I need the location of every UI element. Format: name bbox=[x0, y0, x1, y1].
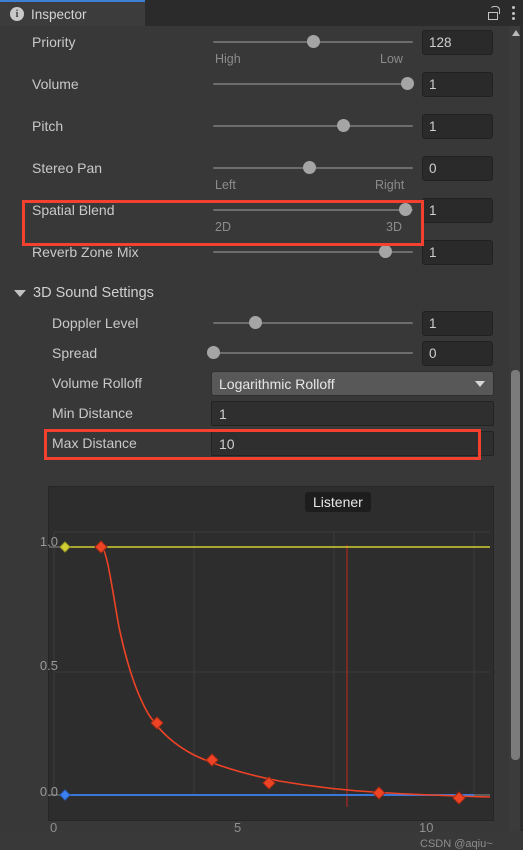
slider-priority-max-label: Low bbox=[380, 52, 403, 66]
rolloff-curve-svg bbox=[9, 531, 491, 807]
slider-spread[interactable] bbox=[206, 346, 413, 360]
input-spatial-blend[interactable]: 1 bbox=[422, 198, 493, 223]
property-row-spread: Spread 0 bbox=[0, 340, 505, 370]
foldout-3d-sound-settings-label: 3D Sound Settings bbox=[33, 285, 154, 301]
slider-reverb-zone-mix[interactable] bbox=[213, 245, 413, 259]
property-row-spatial-blend: Spatial Blend 2D 3D 1 bbox=[0, 194, 505, 236]
slider-spatial-blend[interactable] bbox=[213, 203, 413, 217]
slider-spatial-blend-max-label: 3D bbox=[386, 220, 402, 234]
tab-inspector[interactable]: i Inspector bbox=[0, 0, 145, 26]
slider-priority-min-label: High bbox=[215, 52, 241, 66]
dropdown-volume-rolloff[interactable]: Logarithmic Rolloff bbox=[211, 371, 494, 396]
property-row-min-distance: Min Distance 1 bbox=[0, 400, 505, 430]
property-row-doppler-level: Doppler Level 1 bbox=[0, 310, 505, 340]
label-volume: Volume bbox=[32, 76, 79, 92]
slider-doppler-level[interactable] bbox=[213, 316, 413, 330]
slider-priority[interactable] bbox=[213, 35, 413, 49]
y-tick-label-0: 0.0 bbox=[39, 784, 58, 799]
label-spatial-blend: Spatial Blend bbox=[32, 202, 115, 218]
y-tick-label-1: 1.0 bbox=[39, 534, 58, 549]
inspector-window: i Inspector Priority High Low 128 Volume bbox=[0, 0, 523, 850]
unlocked-padlock-icon[interactable] bbox=[488, 6, 500, 20]
chevron-down-icon bbox=[14, 289, 26, 297]
x-tick-label-0: 0 bbox=[50, 820, 58, 835]
input-doppler-level[interactable]: 1 bbox=[422, 311, 493, 336]
input-min-distance[interactable]: 1 bbox=[211, 401, 494, 426]
y-tick-label-0p5: 0.5 bbox=[39, 658, 58, 673]
property-row-volume: Volume 1 bbox=[0, 68, 505, 110]
info-icon: i bbox=[10, 7, 24, 21]
label-stereo-pan: Stereo Pan bbox=[32, 160, 103, 176]
chevron-down-icon bbox=[475, 381, 485, 387]
input-volume[interactable]: 1 bbox=[422, 72, 493, 97]
tab-bar: i Inspector bbox=[0, 0, 523, 26]
series-spatial-blend-point bbox=[59, 541, 71, 553]
watermark: CSDN @aqiu~ bbox=[420, 838, 493, 850]
series-reverb-zone-mix-point bbox=[59, 789, 71, 801]
label-max-distance: Max Distance bbox=[52, 435, 137, 451]
rolloff-graph[interactable]: Listener bbox=[9, 486, 494, 821]
listener-badge: Listener bbox=[305, 492, 371, 512]
scroll-up-arrow-icon[interactable] bbox=[512, 30, 520, 36]
label-spread: Spread bbox=[52, 345, 98, 361]
property-row-priority: Priority High Low 128 bbox=[0, 26, 505, 68]
slider-volume[interactable] bbox=[213, 77, 414, 91]
input-priority[interactable]: 128 bbox=[422, 30, 493, 55]
slider-stereo-pan-max-label: Right bbox=[375, 178, 405, 192]
kebab-menu-icon[interactable] bbox=[512, 6, 515, 20]
tab-inspector-label: Inspector bbox=[31, 6, 87, 22]
input-reverb-zone-mix[interactable]: 1 bbox=[422, 240, 493, 265]
label-pitch: Pitch bbox=[32, 118, 64, 134]
dropdown-volume-rolloff-value: Logarithmic Rolloff bbox=[219, 375, 335, 392]
property-row-pitch: Pitch 1 bbox=[0, 110, 505, 152]
inspector-body: Priority High Low 128 Volume 1 Pitch 1 S… bbox=[0, 26, 523, 850]
property-row-max-distance: Max Distance 10 bbox=[0, 430, 505, 460]
property-row-volume-rolloff: Volume Rolloff Logarithmic Rolloff bbox=[0, 370, 505, 400]
property-row-stereo-pan: Stereo Pan Left Right 0 bbox=[0, 152, 505, 194]
input-stereo-pan[interactable]: 0 bbox=[422, 156, 493, 181]
slider-stereo-pan[interactable] bbox=[213, 161, 413, 175]
label-min-distance: Min Distance bbox=[52, 405, 133, 421]
label-doppler-level: Doppler Level bbox=[52, 315, 139, 331]
label-volume-rolloff: Volume Rolloff bbox=[52, 375, 143, 391]
scrollbar-thumb[interactable] bbox=[511, 370, 520, 760]
input-pitch[interactable]: 1 bbox=[422, 114, 493, 139]
tab-bar-actions bbox=[488, 0, 515, 26]
input-max-distance[interactable]: 10 bbox=[211, 431, 494, 456]
grid-lines bbox=[53, 531, 490, 796]
x-tick-label-10: 10 bbox=[419, 820, 434, 835]
slider-spatial-blend-min-label: 2D bbox=[215, 220, 231, 234]
property-row-reverb-zone-mix: Reverb Zone Mix 1 bbox=[0, 236, 505, 278]
foldout-3d-sound-settings[interactable]: 3D Sound Settings bbox=[14, 285, 154, 301]
label-priority: Priority bbox=[32, 34, 76, 50]
vertical-scrollbar[interactable] bbox=[509, 26, 523, 831]
slider-pitch[interactable] bbox=[213, 119, 413, 133]
slider-stereo-pan-min-label: Left bbox=[215, 178, 236, 192]
label-reverb-zone-mix: Reverb Zone Mix bbox=[32, 244, 139, 260]
x-tick-label-5: 5 bbox=[234, 820, 242, 835]
input-spread[interactable]: 0 bbox=[422, 341, 493, 366]
